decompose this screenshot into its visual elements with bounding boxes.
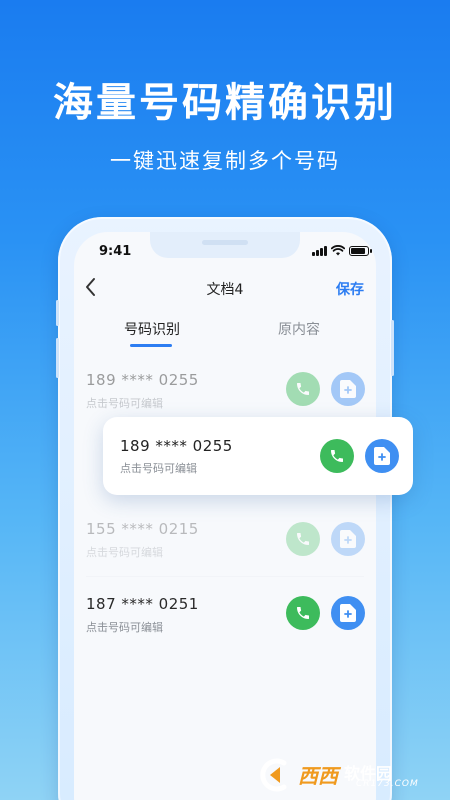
list-item[interactable]: 187 **** 0251 点击号码可编辑: [74, 595, 376, 671]
phone-side-button: [56, 300, 59, 326]
chevron-left-icon: [86, 278, 95, 296]
status-time: 9:41: [99, 244, 132, 259]
phone-icon: [297, 533, 309, 545]
call-button[interactable]: [286, 372, 320, 406]
phone-number[interactable]: 187 **** 0251: [86, 595, 199, 613]
list-item[interactable]: 155 **** 0215 点击号码可编辑: [74, 520, 376, 596]
tab-original-content[interactable]: 原内容: [262, 319, 336, 339]
watermark: 西西 软件园 CR173.COM: [258, 757, 438, 793]
phone-icon: [297, 607, 309, 619]
highlight-number-card[interactable]: 189 **** 0255 点击号码可编辑: [103, 417, 413, 495]
add-document-icon: [340, 530, 356, 548]
add-document-icon: [340, 380, 356, 398]
watermark-text: 西西: [298, 764, 338, 788]
phone-number[interactable]: 189 **** 0255: [86, 371, 199, 389]
wifi-icon: [331, 245, 345, 256]
add-document-icon: [374, 447, 390, 465]
back-button[interactable]: [82, 276, 100, 298]
tab-number-recognition[interactable]: 号码识别: [115, 319, 189, 339]
call-button[interactable]: [286, 596, 320, 630]
watermark-url: CR173.COM: [356, 779, 419, 789]
document-title: 文档4: [206, 282, 244, 298]
call-button[interactable]: [320, 439, 354, 473]
signal-icon: [312, 246, 327, 256]
phone-screen: [74, 232, 376, 800]
edit-hint: 点击号码可编辑: [120, 462, 197, 475]
edit-hint: 点击号码可编辑: [86, 397, 163, 410]
status-icons: [312, 245, 372, 256]
phone-icon: [331, 450, 343, 462]
promo-subline: 一键迅速复制多个号码: [110, 149, 340, 173]
phone-number[interactable]: 189 **** 0255: [120, 437, 233, 455]
phone-number[interactable]: 155 **** 0215: [86, 520, 199, 538]
add-contact-button[interactable]: [365, 439, 399, 473]
phone-notch: [150, 232, 300, 258]
add-contact-button[interactable]: [331, 372, 365, 406]
add-contact-button[interactable]: [331, 522, 365, 556]
phone-side-button: [391, 320, 394, 376]
edit-hint: 点击号码可编辑: [86, 546, 163, 559]
active-tab-indicator: [130, 344, 172, 347]
promo-headline: 海量号码精确识别: [53, 80, 397, 126]
phone-side-button: [56, 338, 59, 378]
phone-icon: [297, 383, 309, 395]
call-button[interactable]: [286, 522, 320, 556]
row-divider: [86, 576, 364, 577]
edit-hint: 点击号码可编辑: [86, 621, 163, 634]
cr173-logo-icon: [260, 758, 287, 792]
add-contact-button[interactable]: [331, 596, 365, 630]
battery-icon: [349, 246, 372, 256]
add-document-icon: [340, 604, 356, 622]
save-button[interactable]: 保存: [336, 279, 364, 299]
